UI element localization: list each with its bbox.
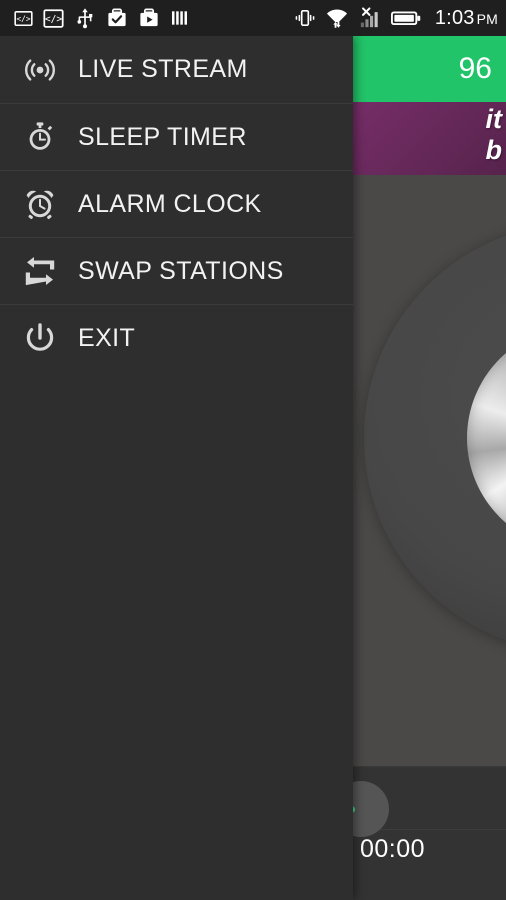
- status-bar-left-icons: </> </>: [14, 7, 190, 29]
- power-icon: [22, 320, 58, 356]
- wifi-transfer-icon: [325, 7, 349, 29]
- drawer-item-label: LIVE STREAM: [78, 55, 248, 83]
- drawer-item-label: ALARM CLOCK: [78, 189, 262, 218]
- drawer-item-label: EXIT: [78, 323, 136, 352]
- code-window-icon-2: </>: [43, 8, 64, 29]
- status-time: 1:03: [434, 6, 475, 29]
- navigation-drawer: LIVE STREAM SLEEP TIMER ALARM CLOCK SWAP…: [0, 36, 353, 900]
- drawer-item-exit[interactable]: EXIT: [0, 304, 353, 371]
- drawer-item-label: SLEEP TIMER: [78, 122, 247, 151]
- drawer-item-live-stream[interactable]: LIVE STREAM: [0, 36, 353, 103]
- station-name: 96: [458, 52, 492, 85]
- svg-text:</>: </>: [16, 14, 31, 23]
- drawer-item-alarm-clock[interactable]: ALARM CLOCK: [0, 170, 353, 237]
- signal-no-service-icon: [358, 7, 382, 29]
- status-ampm: PM: [476, 10, 498, 27]
- elapsed-time: 00:00: [360, 835, 426, 863]
- drawer-item-sleep-timer[interactable]: SLEEP TIMER: [0, 103, 353, 170]
- swap-icon: [22, 253, 58, 289]
- drawer-item-swap-stations[interactable]: SWAP STATIONS: [0, 237, 353, 304]
- status-bar-right-icons: 1:03 PM: [294, 7, 498, 30]
- rotary-volume-knob[interactable]: [364, 223, 506, 653]
- broadcast-icon: [22, 52, 58, 88]
- status-clock: 1:03 PM: [435, 7, 498, 30]
- stopwatch-icon: [22, 119, 58, 155]
- drawer-item-label: SWAP STATIONS: [78, 256, 284, 285]
- work-play-icon: [138, 7, 160, 29]
- work-check-icon: [106, 7, 128, 29]
- phone-screen: 96 it b 00:00 LIVE STREAM SLEEP TIMER AL…: [0, 0, 506, 900]
- status-bar: </> </> 1:03 PM: [0, 0, 506, 36]
- usb-icon: [74, 7, 96, 29]
- alarm-clock-icon: [22, 186, 58, 222]
- code-window-icon: </>: [14, 9, 33, 28]
- artwork-text: it b: [485, 104, 503, 165]
- svg-text:</>: </>: [45, 14, 63, 25]
- bars-icon: [170, 8, 190, 28]
- vibrate-icon: [294, 7, 316, 29]
- knob-metal-center: [467, 326, 506, 550]
- battery-icon: [390, 9, 421, 27]
